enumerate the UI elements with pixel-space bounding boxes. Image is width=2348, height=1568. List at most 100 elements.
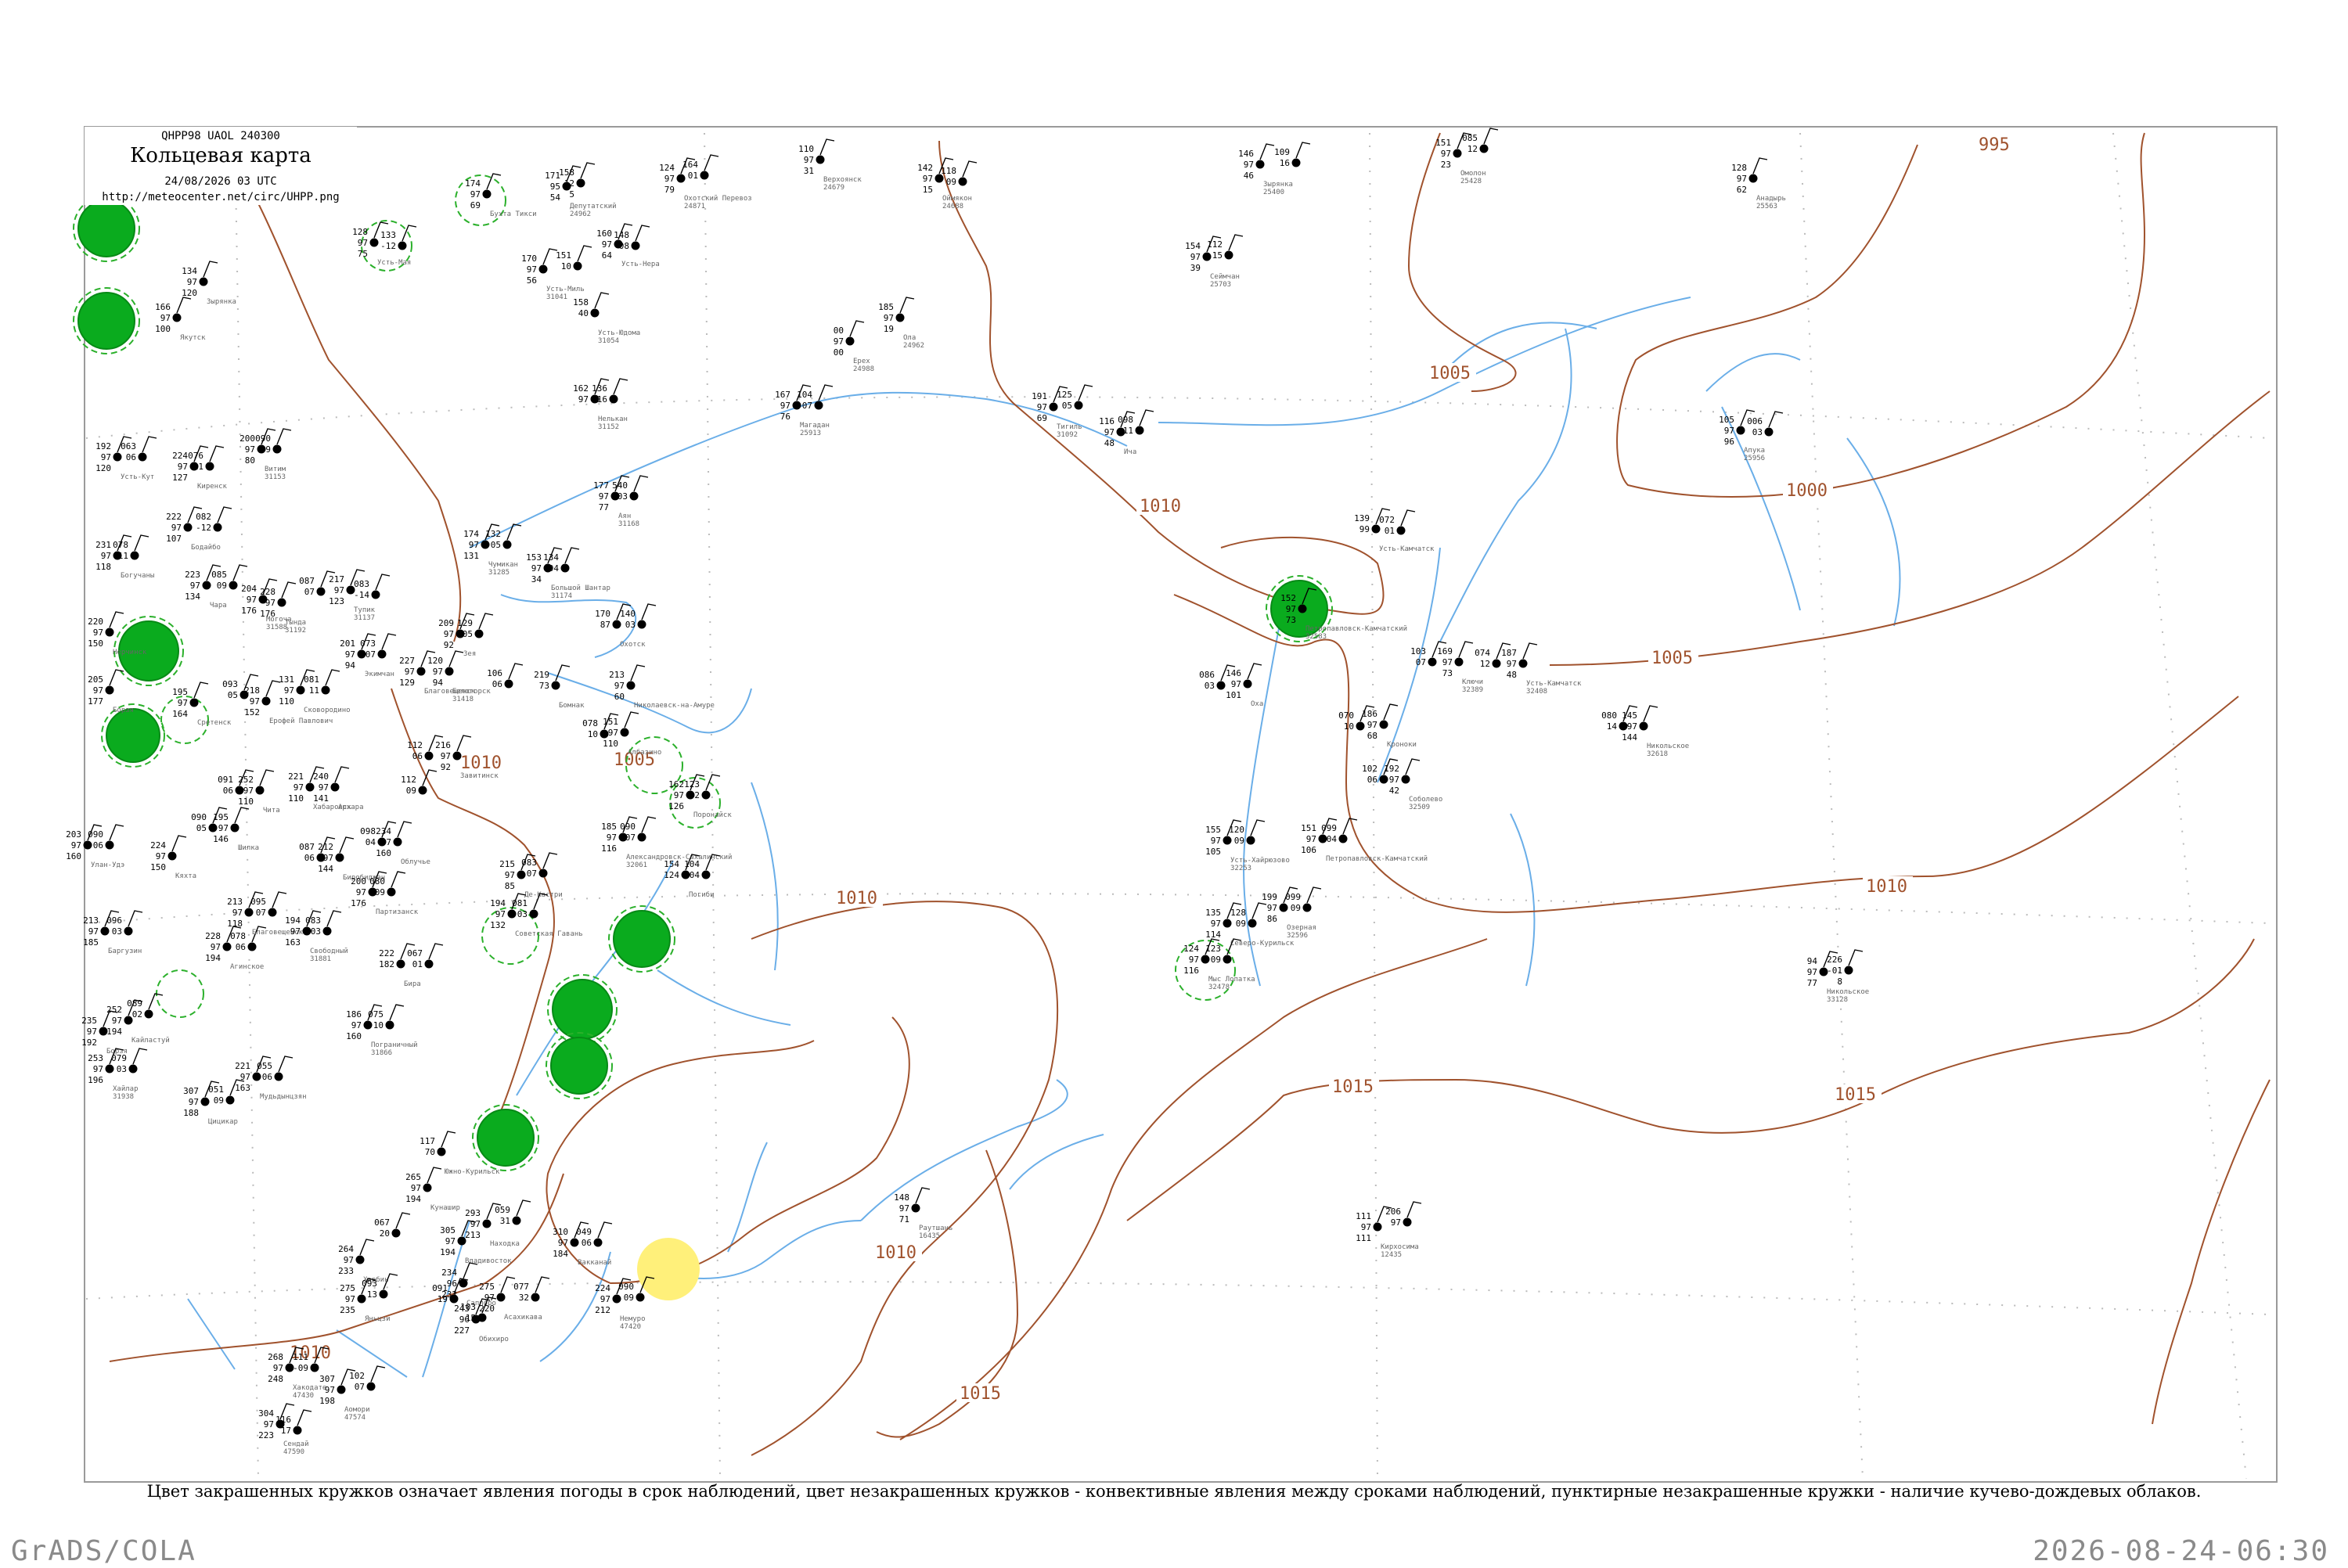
station-name: Оха — [1251, 700, 1263, 708]
station-value-a: 252 — [106, 1005, 122, 1015]
station-value-c: 248 — [268, 1374, 283, 1384]
station-value-c: 69 — [470, 200, 481, 210]
cloud-cover-icon — [1223, 955, 1232, 964]
map-frame — [84, 126, 2278, 1483]
cloud-cover-icon — [445, 667, 454, 676]
station-name: Белогорск — [452, 688, 491, 696]
station-value-a: 185 — [878, 302, 894, 312]
station-value-b: 03 — [117, 1064, 127, 1074]
station-value-a: 093 — [362, 1278, 377, 1289]
station-value-a: 170 — [521, 254, 537, 264]
station-value-b: 97 — [1189, 955, 1199, 965]
station-value-c: 176 — [260, 609, 275, 619]
cloud-cover-icon — [911, 1203, 920, 1213]
station-value-b: 97 — [1361, 1222, 1371, 1232]
station-value-b: 10 — [588, 729, 598, 739]
station-value-b: 11 — [193, 462, 203, 472]
cloud-cover-icon — [629, 491, 639, 501]
source-url[interactable]: http://meteocenter.net/circ/UHPP.png — [85, 191, 357, 203]
station-value-b: 97 — [178, 698, 188, 708]
station-index: 31192 — [285, 627, 306, 635]
station-value-c: 69 — [1037, 413, 1047, 423]
station-value-c: 176 — [241, 606, 257, 616]
station-value-a: 228 — [205, 931, 221, 941]
station-name: Де-Кастри — [524, 891, 563, 899]
isobar-label: 1005 — [1651, 649, 1693, 668]
weather-phenomenon-circle — [77, 200, 135, 257]
station-value-a: 076 — [188, 451, 203, 461]
station-value-c: 92 — [441, 762, 451, 772]
station-name: Архара — [338, 804, 364, 811]
station-name: Цицикар — [208, 1118, 238, 1126]
station-value-a: 158 — [573, 297, 589, 307]
station-value-b: 03 — [1752, 427, 1763, 437]
station-value-a: 112 — [401, 775, 416, 785]
station-value-b: 06 — [582, 1238, 592, 1248]
cloud-cover-icon — [213, 523, 222, 532]
station-index: 32389 — [1462, 686, 1483, 694]
station-value-b: 97 — [600, 1294, 610, 1304]
station-name: Яньцзи — [365, 1315, 391, 1323]
station-value-a: 098 — [360, 826, 376, 836]
station-value-a: 099 — [1321, 823, 1337, 833]
cloud-cover-icon — [1639, 721, 1648, 731]
cloud-cover-icon — [105, 685, 114, 695]
station-name: Северо-Курильск — [1230, 940, 1295, 948]
station-value-c: 127 — [172, 473, 188, 483]
cloud-cover-icon — [293, 1426, 302, 1435]
cloud-cover-icon — [1049, 402, 1058, 412]
station-value-b: 97 — [156, 851, 166, 861]
station-name: Находка — [490, 1240, 520, 1248]
station-value-c: 5 — [569, 189, 574, 200]
cloud-cover-icon — [631, 241, 640, 250]
cloud-cover-icon — [477, 1313, 487, 1322]
station-name: Сеймчан — [1210, 273, 1240, 281]
station-value-b: 97 — [884, 313, 894, 323]
cloud-cover-icon — [1135, 426, 1144, 435]
station-value-a: 186 — [346, 1009, 362, 1020]
cloud-cover-icon — [1619, 721, 1628, 731]
station-value-b: 03 — [112, 926, 122, 937]
station-value-b: 03 — [311, 926, 321, 937]
station-value-a: 090 — [191, 812, 207, 822]
station-value-b: 09 — [375, 887, 385, 897]
cloud-cover-icon — [1736, 426, 1745, 435]
station-index: 32253 — [1230, 865, 1251, 872]
station-value-b: 97 — [232, 908, 243, 918]
station-value-a: 227 — [399, 656, 415, 666]
station-value-a: 224 — [172, 451, 188, 461]
cloud-cover-icon — [138, 452, 147, 462]
station-value-a: 083 — [354, 579, 369, 589]
station-value-b: -08 — [614, 241, 629, 251]
station-value-a: 160 — [596, 228, 612, 239]
station-value-b: 04 — [549, 563, 560, 574]
cloud-cover-icon — [1379, 775, 1388, 784]
cloud-cover-icon — [229, 581, 238, 590]
station-value-b: 97 — [505, 870, 515, 880]
cloud-cover-icon — [396, 959, 405, 969]
station-value-b: 01 — [412, 959, 423, 969]
station-value-a: 153 — [526, 552, 542, 563]
station-index: 31153 — [265, 473, 286, 481]
station-value-c: 106 — [1301, 845, 1316, 855]
render-timestamp: 2026-08-24-06:30 — [2033, 1535, 2329, 1567]
station-value-c: 110 — [279, 696, 294, 707]
station-value-a: 117 — [420, 1136, 435, 1146]
station-value-b: 05 — [1062, 401, 1072, 411]
cloud-cover-icon — [357, 1294, 366, 1304]
station-value-b: 97 — [1627, 721, 1637, 732]
cloud-cover-icon — [1373, 1222, 1382, 1232]
station-name: Свободный — [310, 947, 348, 955]
station-name: Нелькан — [598, 415, 628, 423]
station-value-c: 160 — [66, 851, 81, 861]
station-index: 31092 — [1057, 431, 1078, 439]
station-index: 47420 — [620, 1323, 641, 1331]
station-value-a: 116 — [1099, 416, 1115, 426]
cloud-cover-icon — [512, 1216, 521, 1225]
cloud-cover-icon — [1764, 427, 1774, 437]
station-value-a: 134 — [543, 552, 559, 563]
cloud-cover-icon — [393, 837, 402, 847]
station-value-c: 212 — [595, 1305, 610, 1315]
station-value-c: 64 — [602, 250, 613, 261]
station-name: Ерофей Павлович — [269, 717, 333, 725]
